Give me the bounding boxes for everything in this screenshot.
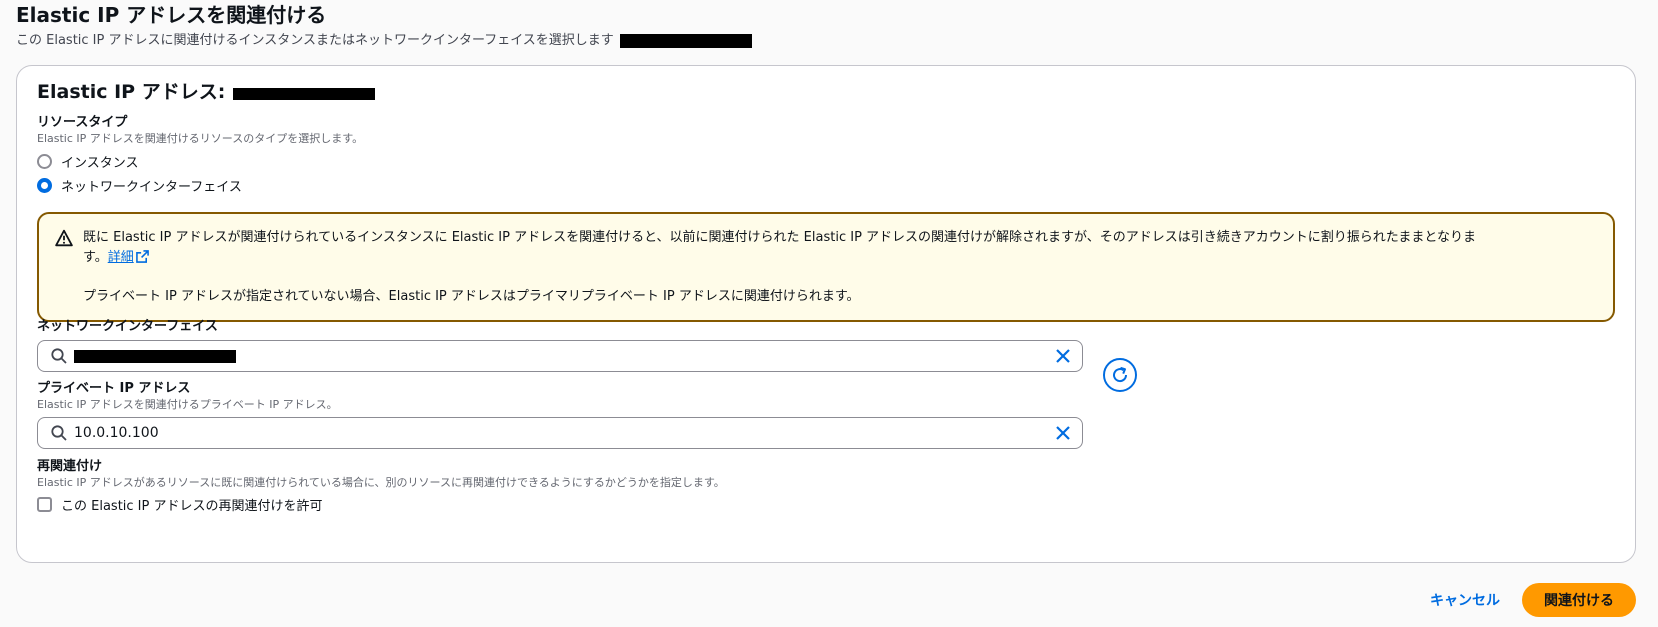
page-description: この Elastic IP アドレスに関連付けるインスタンスまたはネットワークイ… xyxy=(16,32,1636,50)
radio-instance[interactable] xyxy=(37,153,52,169)
allow-reassociation-label: この Elastic IP アドレスの再関連付けを許可 xyxy=(61,499,323,514)
learn-more-link-label: 詳細 xyxy=(107,250,134,265)
reassociation-label: 再関連付け xyxy=(37,459,103,474)
search-icon xyxy=(51,425,67,441)
redacted-network-interface xyxy=(74,349,236,363)
refresh-button[interactable] xyxy=(1103,358,1137,392)
radio-network-interface[interactable] xyxy=(37,177,52,193)
network-interface-field: ネットワークインターフェイス xyxy=(37,318,218,335)
private-ip-description: Elastic IP アドレスを関連付けるプライベート IP アドレス。 xyxy=(37,398,338,411)
resource-type-label: リソースタイプ xyxy=(37,115,128,130)
redacted-ip xyxy=(233,88,376,100)
refresh-icon xyxy=(1113,366,1128,383)
radio-option-network-interface[interactable]: ネットワークインターフェイス xyxy=(37,173,363,197)
clear-icon[interactable] xyxy=(1054,424,1072,442)
associate-card: Elastic IP アドレス: リソースタイプ Elastic IP アドレス… xyxy=(16,65,1636,563)
alert-text-1: 既に Elastic IP アドレスが関連付けられているインスタンスに Elas… xyxy=(83,228,1597,268)
page-title: Elastic IP アドレスを関連付ける xyxy=(16,3,327,27)
allow-reassociation-checkbox[interactable] xyxy=(37,497,52,512)
reassociation-description: Elastic IP アドレスがあるリソースに既に関連付けられている場合に、別の… xyxy=(37,476,725,489)
external-link-icon xyxy=(135,250,149,263)
private-ip-label: プライベート IP アドレス xyxy=(37,381,191,396)
alert-text-1-tail: す。 xyxy=(83,250,108,265)
network-interface-label: ネットワークインターフェイス xyxy=(37,319,218,334)
resource-type-description: Elastic IP アドレスを関連付けるリソースのタイプを選択します。 xyxy=(37,132,364,145)
footer-actions: キャンセル 関連付ける xyxy=(1430,583,1636,617)
warning-alert: 既に Elastic IP アドレスが関連付けられているインスタンスに Elas… xyxy=(37,212,1615,322)
network-interface-input[interactable] xyxy=(37,340,1083,372)
card-title-text: Elastic IP アドレス: xyxy=(37,81,226,103)
radio-instance-label: インスタンス xyxy=(61,155,139,171)
clear-icon[interactable] xyxy=(1054,347,1072,365)
page-header: Elastic IP アドレスを関連付ける この Elastic IP アドレス… xyxy=(16,2,1636,50)
radio-network-interface-label: ネットワークインターフェイス xyxy=(61,179,242,195)
alert-text-2: プライベート IP アドレスが指定されていない場合、Elastic IP アドレ… xyxy=(83,289,860,304)
warning-icon xyxy=(55,229,73,247)
network-interface-value xyxy=(74,349,1054,363)
page-description-text: この Elastic IP アドレスに関連付けるインスタンスまたはネットワークイ… xyxy=(16,33,614,48)
allow-reassociation-row[interactable]: この Elastic IP アドレスの再関連付けを許可 xyxy=(37,495,725,514)
resource-type-field: リソースタイプ Elastic IP アドレスを関連付けるリソースのタイプを選択… xyxy=(37,114,363,197)
radio-option-instance[interactable]: インスタンス xyxy=(37,149,363,173)
private-ip-field: プライベート IP アドレス Elastic IP アドレスを関連付けるプライベ… xyxy=(37,380,338,412)
reassociation-field: 再関連付け Elastic IP アドレスがあるリソースに既に関連付けられている… xyxy=(37,458,725,514)
card-title: Elastic IP アドレス: xyxy=(37,80,376,104)
redacted-value xyxy=(619,34,752,48)
alert-text-1-main: 既に Elastic IP アドレスが関連付けられているインスタンスに Elas… xyxy=(83,230,1477,245)
private-ip-input[interactable]: 10.0.10.100 xyxy=(37,417,1083,449)
learn-more-link[interactable]: 詳細 xyxy=(108,250,149,265)
cancel-button[interactable]: キャンセル xyxy=(1430,590,1500,610)
search-icon xyxy=(51,348,67,364)
associate-button[interactable]: 関連付ける xyxy=(1522,583,1636,617)
private-ip-value: 10.0.10.100 xyxy=(74,425,159,441)
